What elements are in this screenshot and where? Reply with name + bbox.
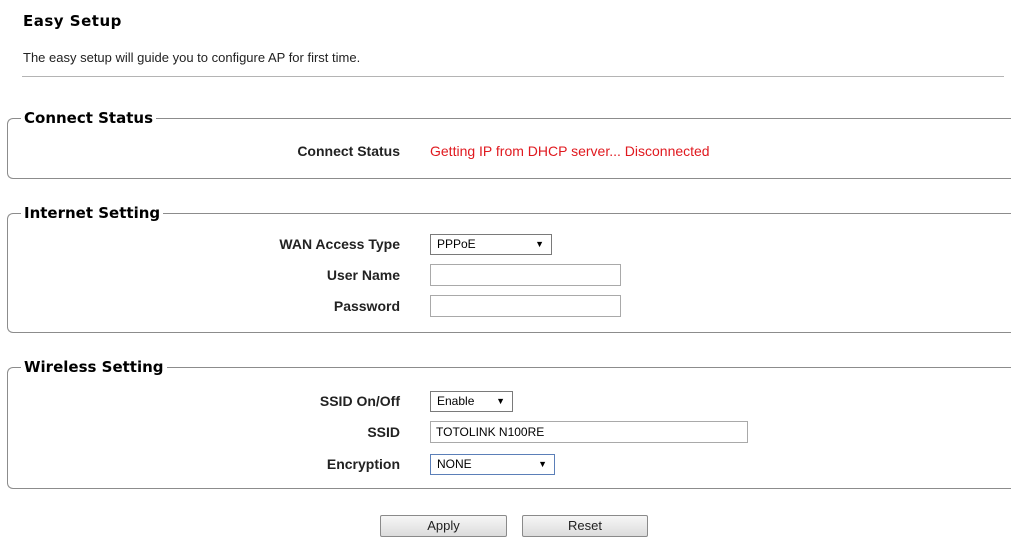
user-name-row: User Name — [8, 263, 1008, 287]
ssid-label: SSID — [367, 424, 400, 440]
connect-status-row: Connect Status Getting IP from DHCP serv… — [8, 139, 1008, 163]
ssid-onoff-select[interactable]: Enable ▼ — [430, 391, 513, 412]
divider — [22, 76, 1004, 77]
encryption-label: Encryption — [326, 456, 400, 472]
ssid-row: SSID — [8, 420, 1008, 444]
wan-access-type-value: PPPoE — [437, 237, 476, 251]
apply-button[interactable]: Apply — [380, 515, 507, 537]
connect-status-section: Connect Status Connect Status Getting IP… — [7, 108, 1011, 179]
ssid-onoff-value: Enable — [437, 394, 475, 408]
chevron-down-icon: ▼ — [538, 459, 547, 469]
reset-button[interactable]: Reset — [522, 515, 648, 537]
ssid-onoff-row: SSID On/Off Enable ▼ — [8, 389, 1008, 413]
wan-access-type-label: WAN Access Type — [279, 236, 400, 252]
ssid-onoff-label: SSID On/Off — [319, 393, 400, 409]
connect-status-label: Connect Status — [297, 143, 400, 159]
password-row: Password — [8, 294, 1008, 318]
connect-status-value: Getting IP from DHCP server... Disconnec… — [430, 143, 710, 159]
internet-setting-legend: Internet Setting — [21, 203, 164, 223]
user-name-input[interactable] — [430, 264, 621, 286]
ssid-input[interactable] — [430, 421, 748, 443]
chevron-down-icon: ▼ — [496, 396, 505, 406]
page-description: The easy setup will guide you to configu… — [23, 50, 361, 65]
encryption-value: NONE — [437, 457, 472, 471]
user-name-label: User Name — [326, 267, 400, 283]
encryption-row: Encryption NONE ▼ — [8, 452, 1008, 476]
password-label: Password — [333, 298, 400, 314]
chevron-down-icon: ▼ — [535, 239, 544, 249]
wireless-setting-section: Wireless Setting SSID On/Off Enable ▼ SS… — [7, 357, 1011, 489]
encryption-select[interactable]: NONE ▼ — [430, 454, 555, 475]
password-input[interactable] — [430, 295, 621, 317]
wan-access-type-select[interactable]: PPPoE ▼ — [430, 234, 552, 255]
connect-status-legend: Connect Status — [21, 108, 157, 128]
wireless-setting-legend: Wireless Setting — [21, 357, 167, 377]
internet-setting-section: Internet Setting WAN Access Type PPPoE ▼… — [7, 203, 1011, 333]
wan-access-type-row: WAN Access Type PPPoE ▼ — [8, 232, 1008, 256]
page-title: Easy Setup — [23, 12, 122, 30]
